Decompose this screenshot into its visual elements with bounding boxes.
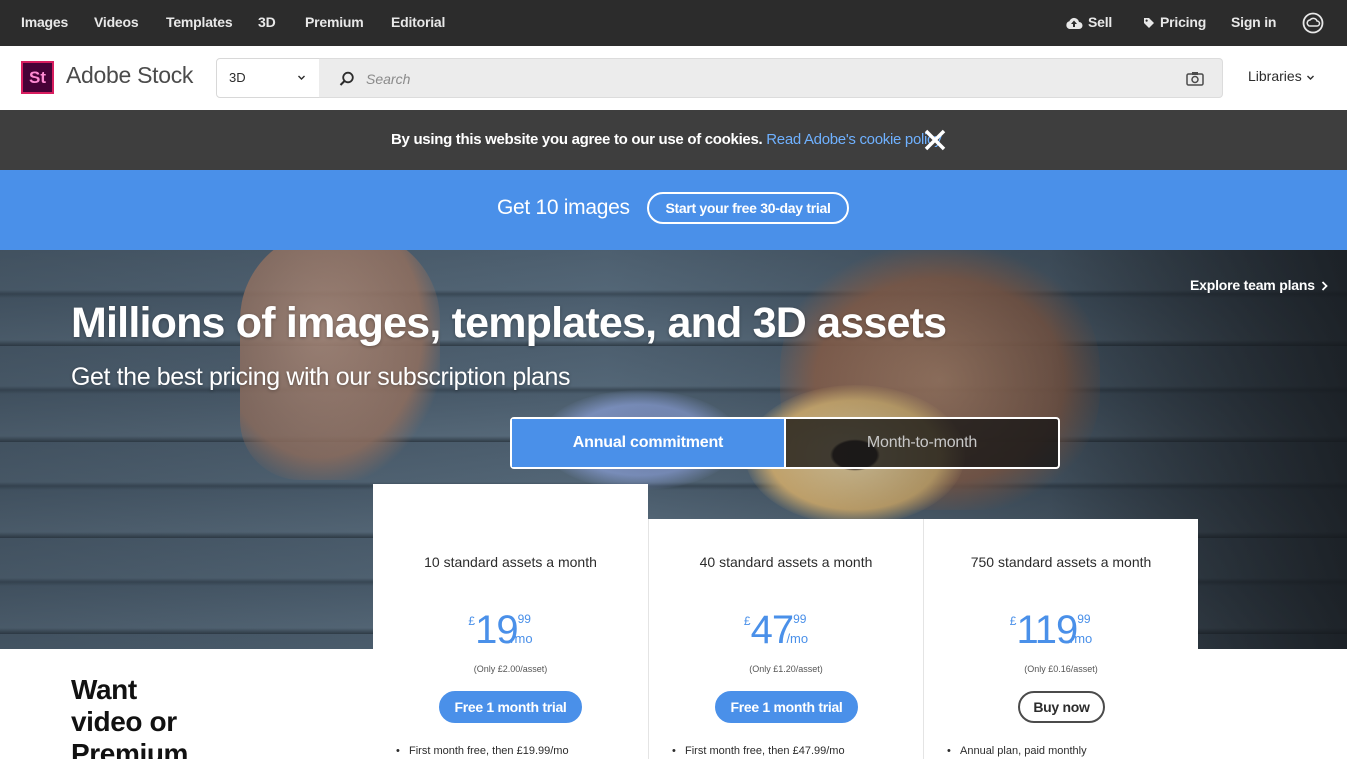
plan-card: 40 standard assets a month £4799/mo (Onl… [648, 519, 923, 759]
tag-icon [1144, 18, 1154, 29]
plan-card: 750 standard assets a month £11999/mo (O… [923, 519, 1198, 759]
nav-pricing[interactable]: Pricing [1143, 0, 1206, 46]
plan-title: 10 standard assets a month [424, 554, 597, 570]
billing-toggle: Annual commitment Month-to-month [510, 417, 1060, 469]
hero-headline: Millions of images, templates, and 3D as… [71, 299, 947, 347]
nav-3d[interactable]: 3D [258, 0, 276, 46]
price-period: /mo [1070, 631, 1093, 646]
cookie-banner: By using this website you agree to our u… [0, 110, 1347, 170]
search-type-value: 3D [229, 70, 246, 85]
plan-feature: Annual plan, paid monthly [947, 745, 1087, 757]
price-period: /mo [510, 631, 533, 646]
sell-label: Sell [1088, 14, 1113, 30]
cloud-upload-icon [1066, 18, 1083, 30]
buy-now-button[interactable]: Buy now [1018, 691, 1105, 723]
site-header: St Adobe Stock 3D Libraries [0, 46, 1347, 110]
chevron-down-icon [298, 75, 305, 80]
search-icon [339, 71, 354, 86]
price-period: /mo [786, 631, 809, 646]
price-per-asset: (Only £1.20/asset) [749, 664, 823, 674]
price-decimal: 99 [1077, 612, 1091, 626]
camera-icon[interactable] [1186, 71, 1204, 86]
nav-premium[interactable]: Premium [305, 0, 364, 46]
hero-subheadline: Get the best pricing with our subscripti… [71, 363, 571, 391]
chevron-down-icon [1306, 75, 1314, 80]
search-type-select[interactable]: 3D [216, 58, 320, 98]
price-decimal: 99 [517, 612, 531, 626]
nav-videos[interactable]: Videos [94, 0, 139, 46]
trial-promo-bar: Get 10 images Start your free 30-day tri… [0, 170, 1347, 250]
nav-editorial[interactable]: Editorial [391, 0, 445, 46]
price-currency: £ [468, 614, 476, 628]
libraries-menu[interactable]: Libraries [1248, 68, 1315, 84]
promo-line: Want [71, 674, 137, 705]
pricing-label: Pricing [1160, 14, 1207, 30]
month-to-month-tab[interactable]: Month-to-month [786, 419, 1058, 467]
free-trial-button[interactable]: Free 1 month trial [439, 691, 582, 723]
plan-title: 750 standard assets a month [970, 554, 1152, 570]
price-per-asset: (Only £0.16/asset) [1024, 664, 1098, 674]
plan-feature: First month free, then £19.99/mo [396, 745, 569, 757]
search-input[interactable] [366, 67, 1166, 91]
price-per-asset: (Only £2.00/asset) [473, 664, 548, 674]
nav-templates[interactable]: Templates [166, 0, 233, 46]
promo-line: Premium [71, 738, 189, 759]
price-integer: 119 [1016, 608, 1078, 652]
nav-sign-in[interactable]: Sign in [1231, 0, 1276, 46]
plan-price: £1999/mo [373, 608, 648, 653]
adobe-stock-logo[interactable]: St [21, 61, 54, 94]
chevron-right-icon [1321, 281, 1328, 291]
start-trial-button[interactable]: Start your free 30-day trial [647, 192, 849, 224]
nav-sell[interactable]: Sell [1065, 0, 1112, 46]
close-icon[interactable] [923, 128, 947, 152]
price-currency: £ [743, 614, 751, 628]
plan-price: £4799/mo [649, 608, 923, 653]
plan-price: £11999/mo [924, 608, 1198, 653]
cookie-text: By using this website you agree to our u… [391, 131, 763, 148]
plan-feature: First month free, then £47.99/mo [672, 745, 845, 757]
plan-card: 10 standard assets a month £1999/mo (Onl… [373, 484, 648, 759]
top-navigation: Images Videos Templates 3D Premium Edito… [0, 0, 1347, 46]
creative-cloud-icon[interactable] [1302, 12, 1324, 34]
search-bar [319, 58, 1223, 98]
annual-commitment-tab[interactable]: Annual commitment [512, 419, 786, 467]
plan-title: 40 standard assets a month [699, 554, 873, 570]
libraries-label: Libraries [1248, 68, 1302, 84]
free-trial-button[interactable]: Free 1 month trial [715, 691, 858, 723]
video-premium-promo: Want video or Premium [71, 674, 188, 759]
price-decimal: 99 [793, 612, 807, 626]
price-currency: £ [1009, 614, 1017, 628]
explore-team-plans-link[interactable]: Explore team plans [1190, 277, 1328, 293]
brand-name[interactable]: Adobe Stock [66, 62, 193, 89]
cookie-policy-link[interactable]: Read Adobe's cookie policy [766, 131, 941, 148]
cookie-message: By using this website you agree to our u… [391, 131, 942, 148]
explore-label: Explore team plans [1190, 277, 1315, 293]
promo-text: Get 10 images [497, 196, 630, 219]
nav-images[interactable]: Images [21, 0, 68, 46]
promo-line: video or [71, 706, 177, 737]
